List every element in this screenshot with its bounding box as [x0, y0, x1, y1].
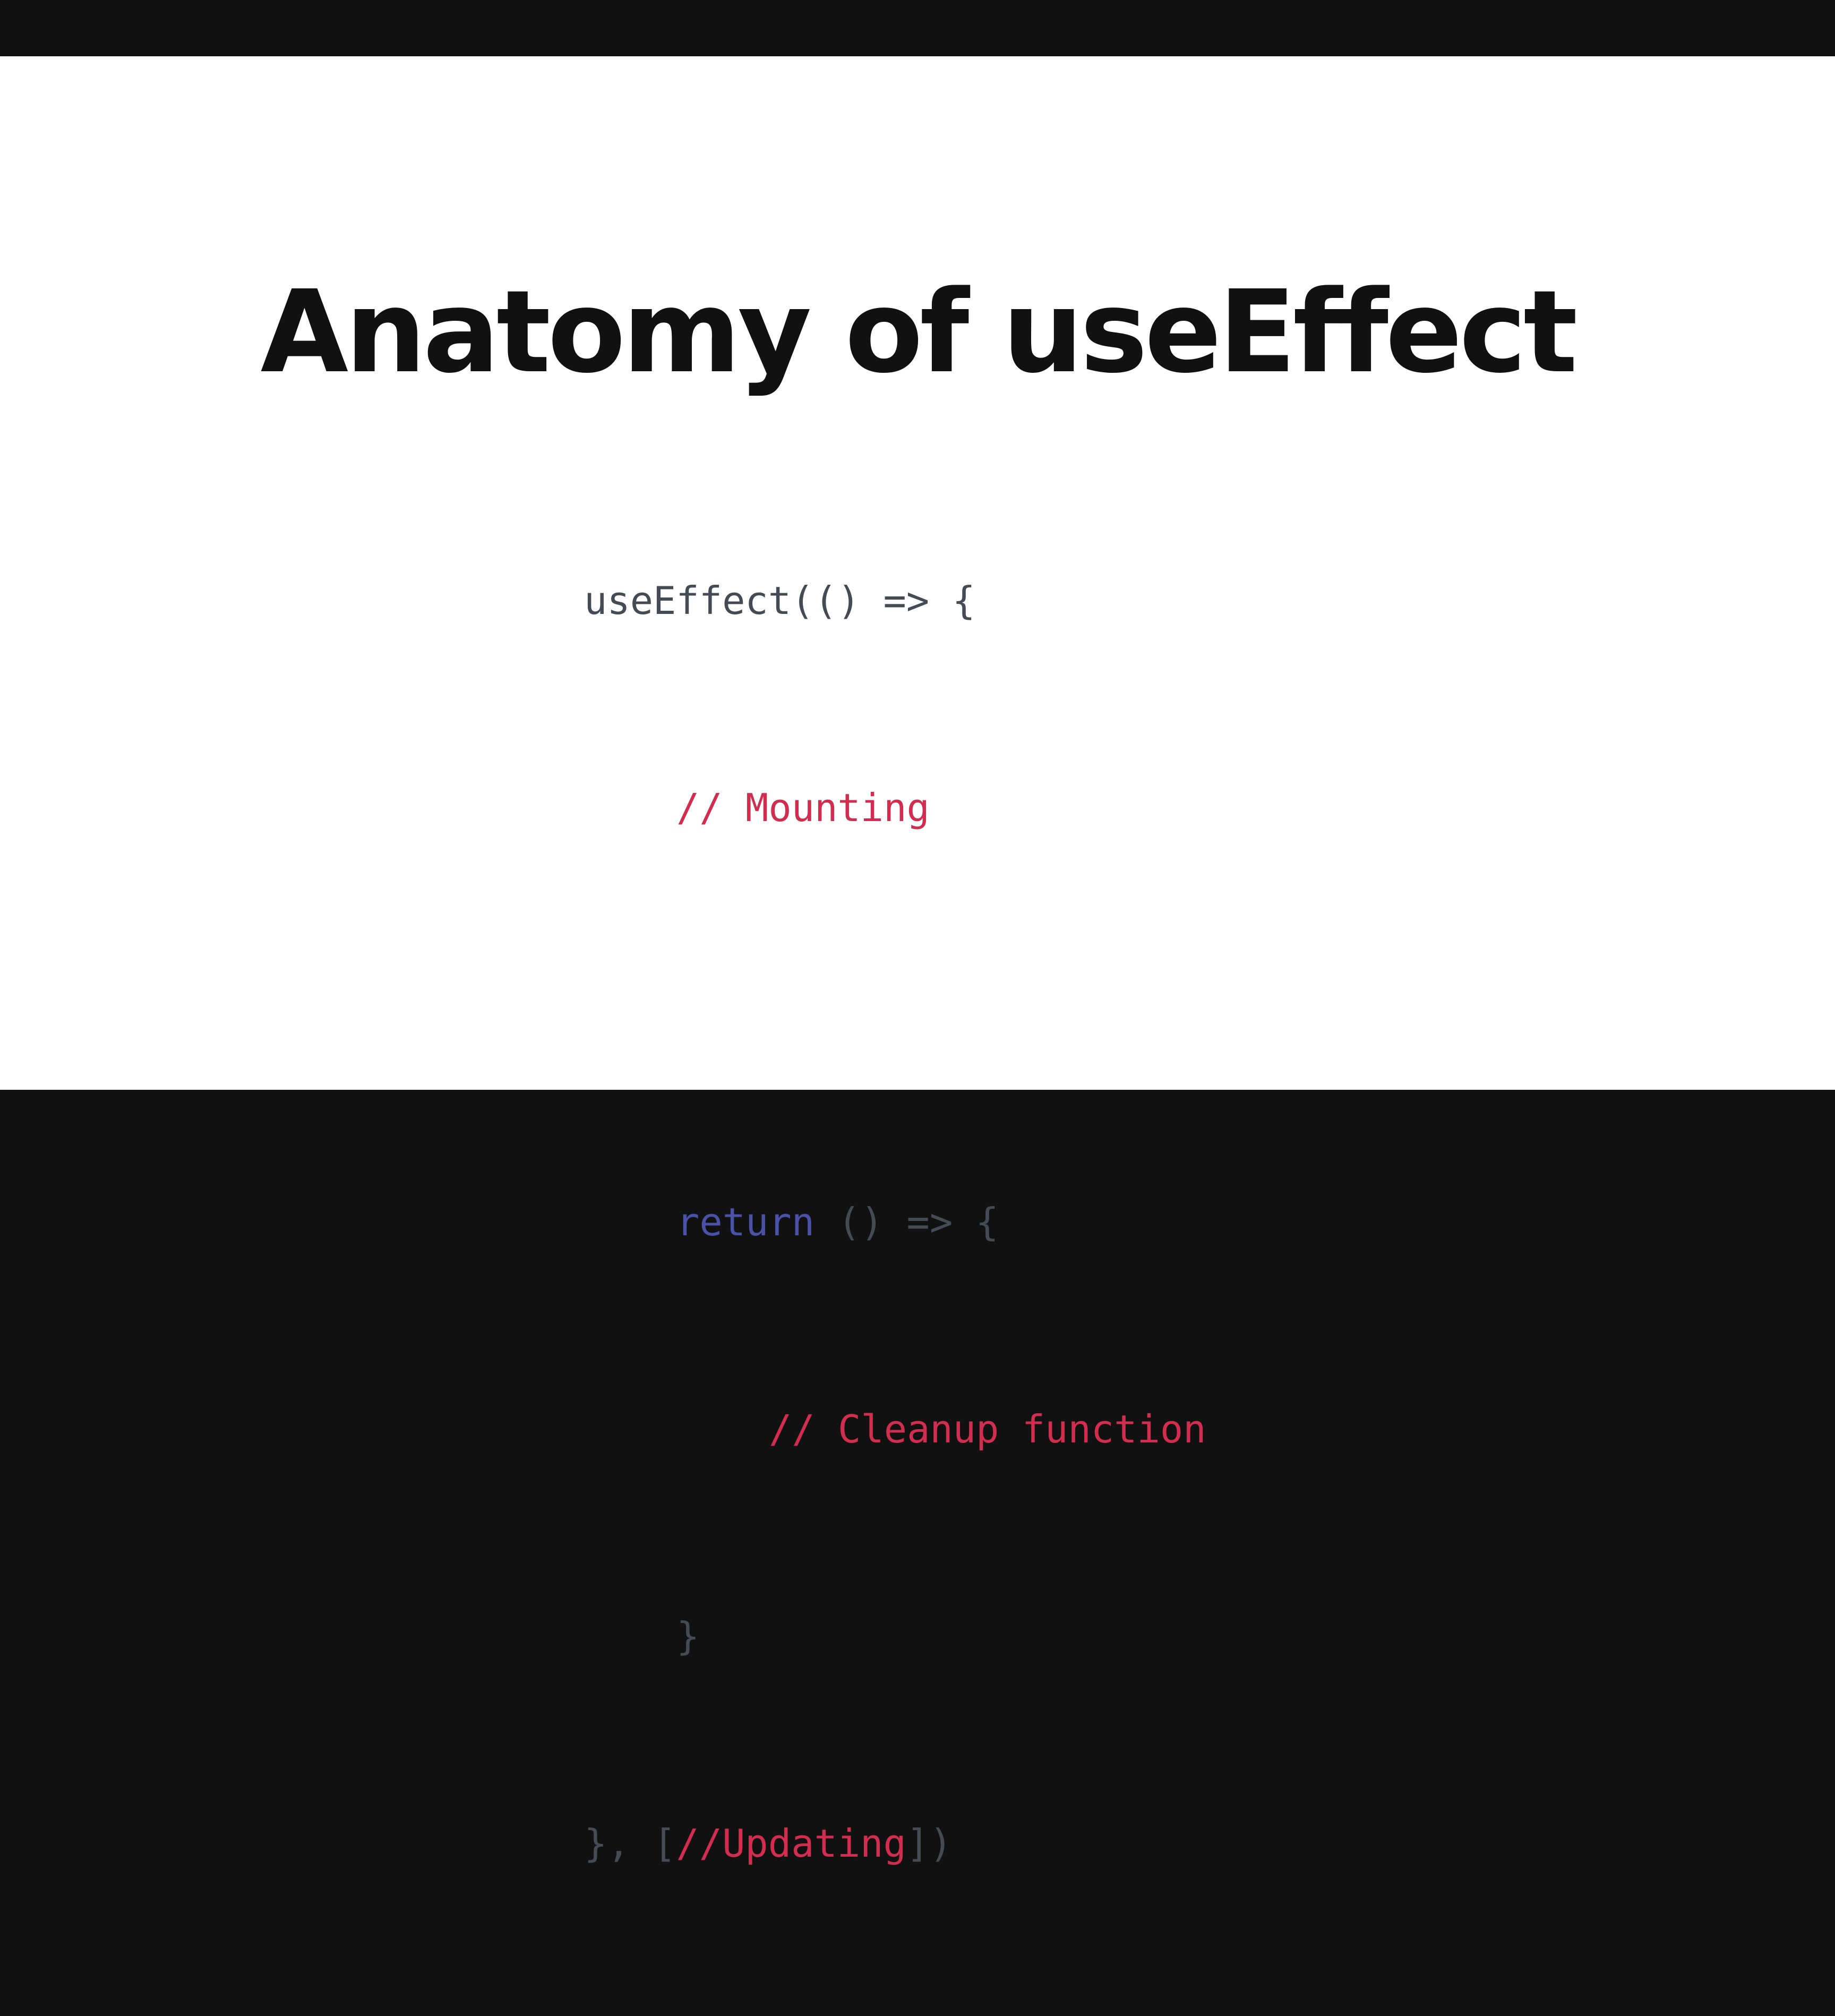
code-line-6: }	[584, 1602, 1206, 1671]
return-keyword: return	[676, 1200, 815, 1244]
letterbox-bottom-bar	[0, 1090, 1835, 1147]
code-text: ])	[906, 1821, 953, 1866]
updating-comment: //Updating	[676, 1821, 906, 1866]
code-line-4: return () => {	[584, 1188, 1206, 1257]
cleanup-comment: // Cleanup function	[769, 1407, 1206, 1451]
code-text: useEffect(() => {	[584, 578, 975, 623]
slide-title: Anatomy of useEffect	[260, 266, 1578, 398]
mounting-comment: // Mounting	[676, 785, 930, 830]
code-line-5: // Cleanup function	[584, 1395, 1206, 1464]
code-text: () => {	[814, 1200, 999, 1244]
code-line-2: // Mounting	[584, 773, 1206, 842]
presentation-slide: Anatomy of useEffect useEffect(() => { /…	[0, 56, 1835, 1866]
letterbox-top-bar	[0, 0, 1835, 56]
code-line-3-blank	[584, 980, 1206, 1049]
code-text: }, [	[584, 1821, 676, 1866]
code-line-7: }, [//Updating])	[584, 1809, 1206, 1878]
code-line-1: useEffect(() => {	[584, 566, 1206, 635]
code-snippet: useEffect(() => { // Mounting return () …	[584, 428, 1206, 2016]
code-text: }	[676, 1614, 700, 1659]
